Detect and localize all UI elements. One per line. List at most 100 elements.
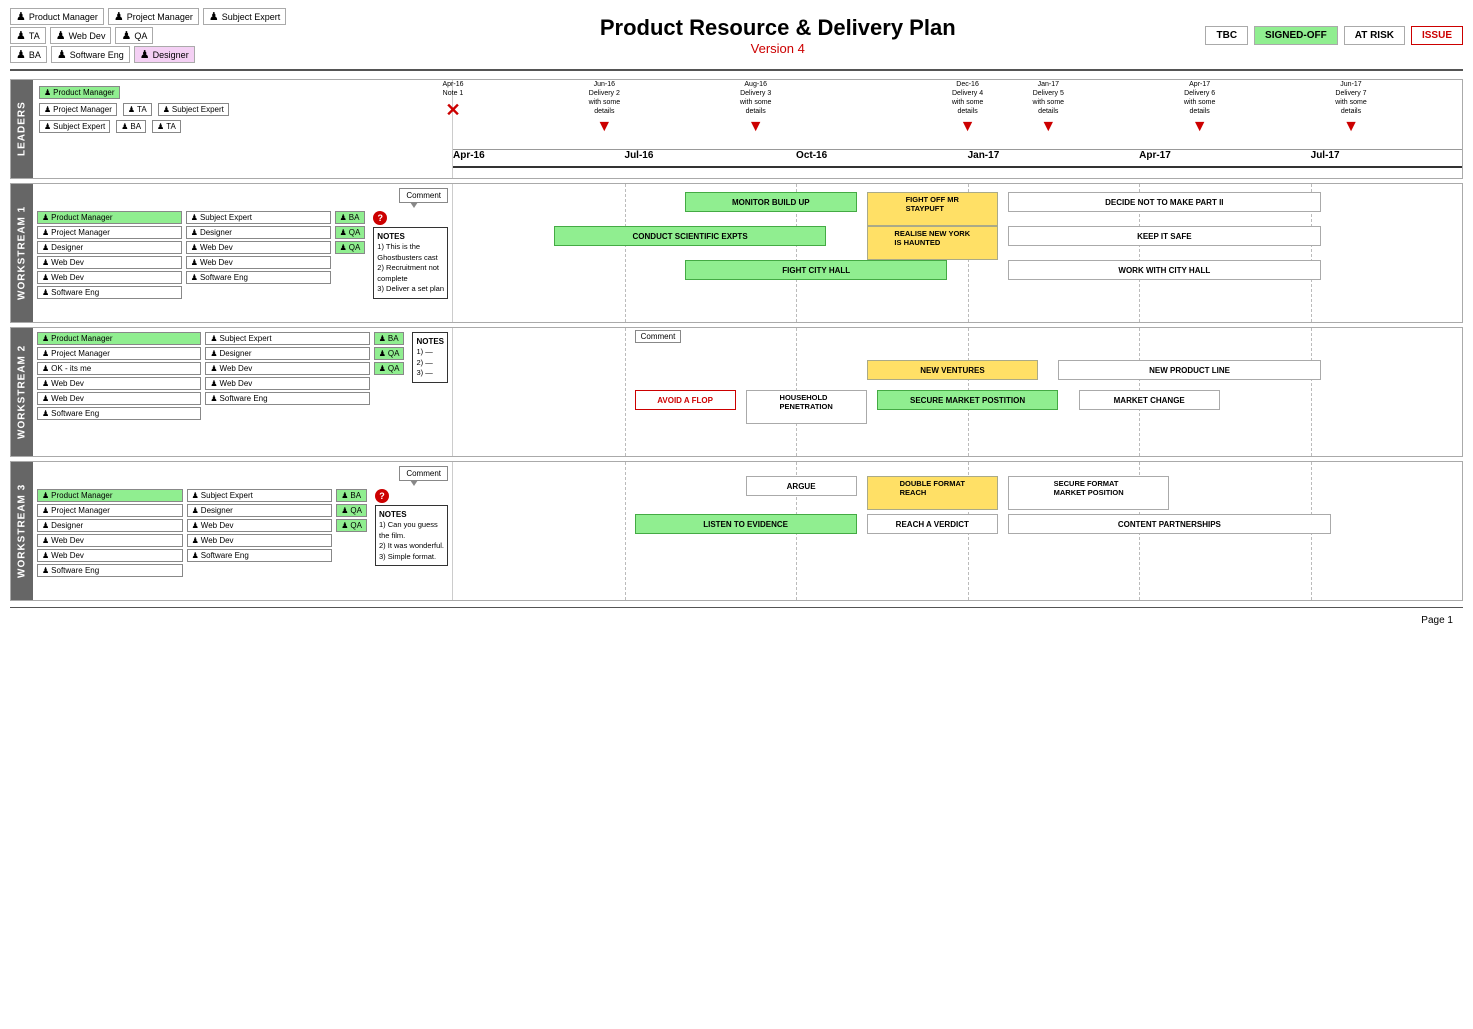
axis-jul17: Jul-17 [1311,150,1340,161]
workstream-1-section: WORKSTREAM 1 Comment ♟ Product Manager ♟… [10,183,1463,323]
ws3-product-manager: ♟ Product Manager [37,489,183,502]
ws2-ba: ♟ BA [374,332,405,345]
delivery-jun16: Jun-16Delivery 2with somedetails ▼ [574,80,634,136]
ws2-ok-its-me: ♟ OK - its me [37,362,201,375]
timeline-header: Apr-16Note 1 ✕ Jun-16Delivery 2with some… [453,80,1462,150]
ws1-designer-1: ♟ Designer [37,241,182,254]
ws3-designer-1: ♟ Designer [37,519,183,532]
task-double-format-reach: DOUBLE FORMATREACH [867,476,998,510]
person-icon: ♟ [210,379,217,388]
ws1-notes-text: 1) This is theGhostbusters cast2) Recrui… [377,242,444,295]
ws3-qa-1: ♟ QA [336,504,367,517]
ws3-right: ARGUE DOUBLE FORMATREACH SECURE FORMATMA… [453,462,1462,600]
ws2-web-dev-1: ♟ Web Dev [37,377,201,390]
ws3-comment: Comment [399,466,448,481]
cross-arrow: ✕ [445,100,460,121]
task-keep-it-safe: KEEP IT SAFE [1008,226,1321,246]
ws2-product-manager: ♟ Product Manager [37,332,201,345]
person-project-manager: ♟ Project Manager [39,103,117,116]
ws2-notes: NOTES 1) —2) —3) — [412,332,448,383]
person-icon: ♟ [16,48,26,61]
ws3-col1: ♟ Product Manager ♟ Project Manager ♟ De… [37,489,183,577]
person-icon: ♟ [44,122,51,131]
ws3-task-row2: LISTEN TO EVIDENCE REACH A VERDICT CONTE… [453,514,1462,540]
person-icon: ♟ [42,379,49,388]
person-icon: ♟ [210,334,217,343]
ws3-comment-area: Comment [37,466,448,485]
axis-apr16: Apr-16 [453,150,485,161]
delivery-note-apr17: Apr-17Delivery 6with somedetails [1184,80,1216,116]
person-icon: ♟ [128,105,135,114]
legend-row-3: ♟ BA ♟ Software Eng ♟ Designer [10,46,350,63]
person-icon: ♟ [42,349,49,358]
person-icon: ♟ [157,122,164,131]
ws3-left: Comment ♟ Product Manager ♟ Project Mana… [33,462,453,600]
task-fight-city-hall: FIGHT CITY HALL [685,260,947,280]
legend-subject-expert: ♟ Subject Expert [203,8,286,25]
person-icon: ♟ [340,243,347,252]
ws3-qmark-notes: ? NOTES 1) Can you guessthe film.2) It w… [375,489,448,577]
person-icon: ♟ [192,536,199,545]
version-label: Version 4 [350,41,1205,56]
person-icon: ♟ [42,213,49,222]
ws3-notes-title: NOTES [379,509,444,520]
ws1-designer-2: ♟ Designer [186,226,331,239]
person-icon: ♟ [42,258,49,267]
legend-ta: ♟ TA [10,27,46,44]
person-icon: ♟ [191,228,198,237]
leaders-label: LEADERS [11,80,33,178]
task-secure-market-postition: SECURE MARKET POSTITION [877,390,1059,410]
page: ♟ Product Manager ♟ Project Manager ♟ Su… [0,0,1473,1029]
leaders-people-grid: ♟ Product Manager [39,86,446,99]
person-icon: ♟ [163,105,170,114]
person-icon: ♟ [191,273,198,282]
ws1-web-dev-3: ♟ Web Dev [186,241,331,254]
delivery-apr16: Apr-16Note 1 ✕ [423,80,483,121]
person-icon: ♟ [192,506,199,515]
down-arrow-apr17: ▼ [1192,118,1208,136]
ws1-software-eng-2: ♟ Software Eng [186,271,331,284]
ws1-task-row2: CONDUCT SCIENTIFIC EXPTS REALISE NEW YOR… [453,226,1462,252]
bottom-bar: Page 1 [10,607,1463,630]
ws1-ba: ♟ BA [335,211,366,224]
task-work-with-city-hall: WORK WITH CITY HALL [1008,260,1321,280]
ws2-notes-title: NOTES [416,336,444,347]
ws1-col2: ♟ Subject Expert ♟ Designer ♟ Web Dev ♟ … [186,211,331,299]
ws2-left: ♟ Product Manager ♟ Project Manager ♟ OK… [33,328,453,456]
leaders-section: LEADERS ♟ Product Manager ♟ Project Mana… [10,79,1463,179]
legend-product-manager: ♟ Product Manager [10,8,104,25]
page-number: Page 1 [10,611,1463,630]
person-icon: ♟ [42,566,49,575]
person-icon: ♟ [192,551,199,560]
ws3-col2: ♟ Subject Expert ♟ Designer ♟ Web Dev ♟ … [187,489,333,577]
ws3-label: WORKSTREAM 3 [11,462,33,600]
down-arrow-jun17: ▼ [1343,118,1359,136]
delivery-note-jun17: Jun-17Delivery 7with somedetails [1335,80,1367,116]
axis-jul16: Jul-16 [625,150,654,161]
person-ba: ♟ BA [116,120,146,133]
status-issue: ISSUE [1411,26,1463,45]
ws1-left: Comment ♟ Product Manager ♟ Project Mana… [33,184,453,322]
ws2-subject-expert: ♟ Subject Expert [205,332,369,345]
legend-qa: ♟ QA [115,27,153,44]
person-icon: ♟ [191,213,198,222]
person-icon: ♟ [210,394,217,403]
leaders-col-0: ♟ Product Manager [39,86,120,99]
ws2-project-manager: ♟ Project Manager [37,347,201,360]
leaders-r3c2: ♟ TA [152,120,181,133]
task-household-penetration: HOUSEHOLDPENETRATION [746,390,867,424]
person-product-manager: ♟ Product Manager [39,86,120,99]
header-title: Product Resource & Delivery Plan Version… [350,15,1205,56]
leaders-r2c0: ♟ Project Manager [39,103,117,116]
ws3-notes-text: 1) Can you guessthe film.2) It was wonde… [379,520,444,562]
down-arrow-jan17: ▼ [1040,118,1056,136]
ws2-col2: ♟ Subject Expert ♟ Designer ♟ Web Dev ♟ … [205,332,369,420]
ws2-software-eng-2: ♟ Software Eng [205,392,369,405]
ws2-task-row2: AVOID A FLOP HOUSEHOLDPENETRATION SECURE… [453,390,1462,416]
person-ta: ♟ TA [123,103,152,116]
ws1-software-eng: ♟ Software Eng [37,286,182,299]
person-icon: ♟ [42,394,49,403]
ws1-task-row3: FIGHT CITY HALL WORK WITH CITY HALL [453,260,1462,286]
ws1-notes-title: NOTES [377,231,444,242]
legend-row-1: ♟ Product Manager ♟ Project Manager ♟ Su… [10,8,350,25]
